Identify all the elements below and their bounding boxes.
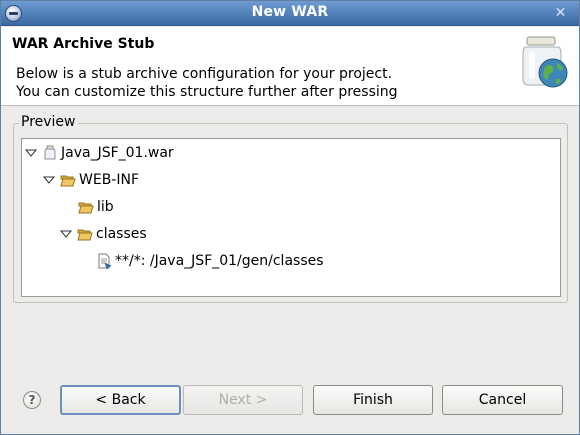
page-title: WAR Archive Stub [12,36,155,52]
help-icon[interactable]: ? [23,391,41,409]
page-description: Below is a stub archive configuration fo… [16,65,398,101]
title-bar: New WAR ✕ [1,1,579,26]
tree-node-label: Java_JSF_01.war [61,145,174,161]
folder-open-icon [60,175,76,187]
archive-tree[interactable]: Java_JSF_01.war WEB-INF lib classes **/*… [21,138,561,297]
description-line-1: Below is a stub archive configuration fo… [16,66,393,82]
preview-label: Preview [19,114,78,130]
cancel-button[interactable]: Cancel [442,385,563,415]
tree-node-label: **/*: /Java_JSF_01/gen/classes [115,253,324,269]
folder-open-icon [77,229,93,241]
tree-node-lib[interactable]: lib [78,195,114,219]
tree-node-war[interactable]: Java_JSF_01.war [25,141,174,165]
finish-button[interactable]: Finish [313,385,433,415]
description-line-2: You can customize this structure further… [16,84,398,100]
new-war-dialog: New WAR ✕ WAR Archive Stub Below is a st… [0,0,580,435]
close-icon[interactable]: ✕ [552,5,569,22]
back-button[interactable]: < Back [60,385,181,415]
fileset-icon [98,253,112,269]
expand-arrow-icon[interactable] [60,229,72,239]
jar-globe-icon [522,36,568,88]
window-title: New WAR [251,4,329,20]
tree-node-fileset[interactable]: **/*: /Java_JSF_01/gen/classes [96,249,324,273]
tree-node-classes[interactable]: classes [60,222,147,246]
tree-node-web-inf[interactable]: WEB-INF [43,168,139,192]
wizard-header: WAR Archive Stub Below is a stub archive… [1,27,579,106]
expand-arrow-icon[interactable] [43,175,55,185]
expand-arrow-icon[interactable] [25,148,37,158]
tree-node-label: lib [97,199,114,215]
folder-open-icon [78,202,94,214]
tree-node-label: classes [96,226,147,242]
tree-node-label: WEB-INF [79,172,139,188]
war-file-icon [44,145,56,160]
next-button[interactable]: Next > [183,385,303,415]
